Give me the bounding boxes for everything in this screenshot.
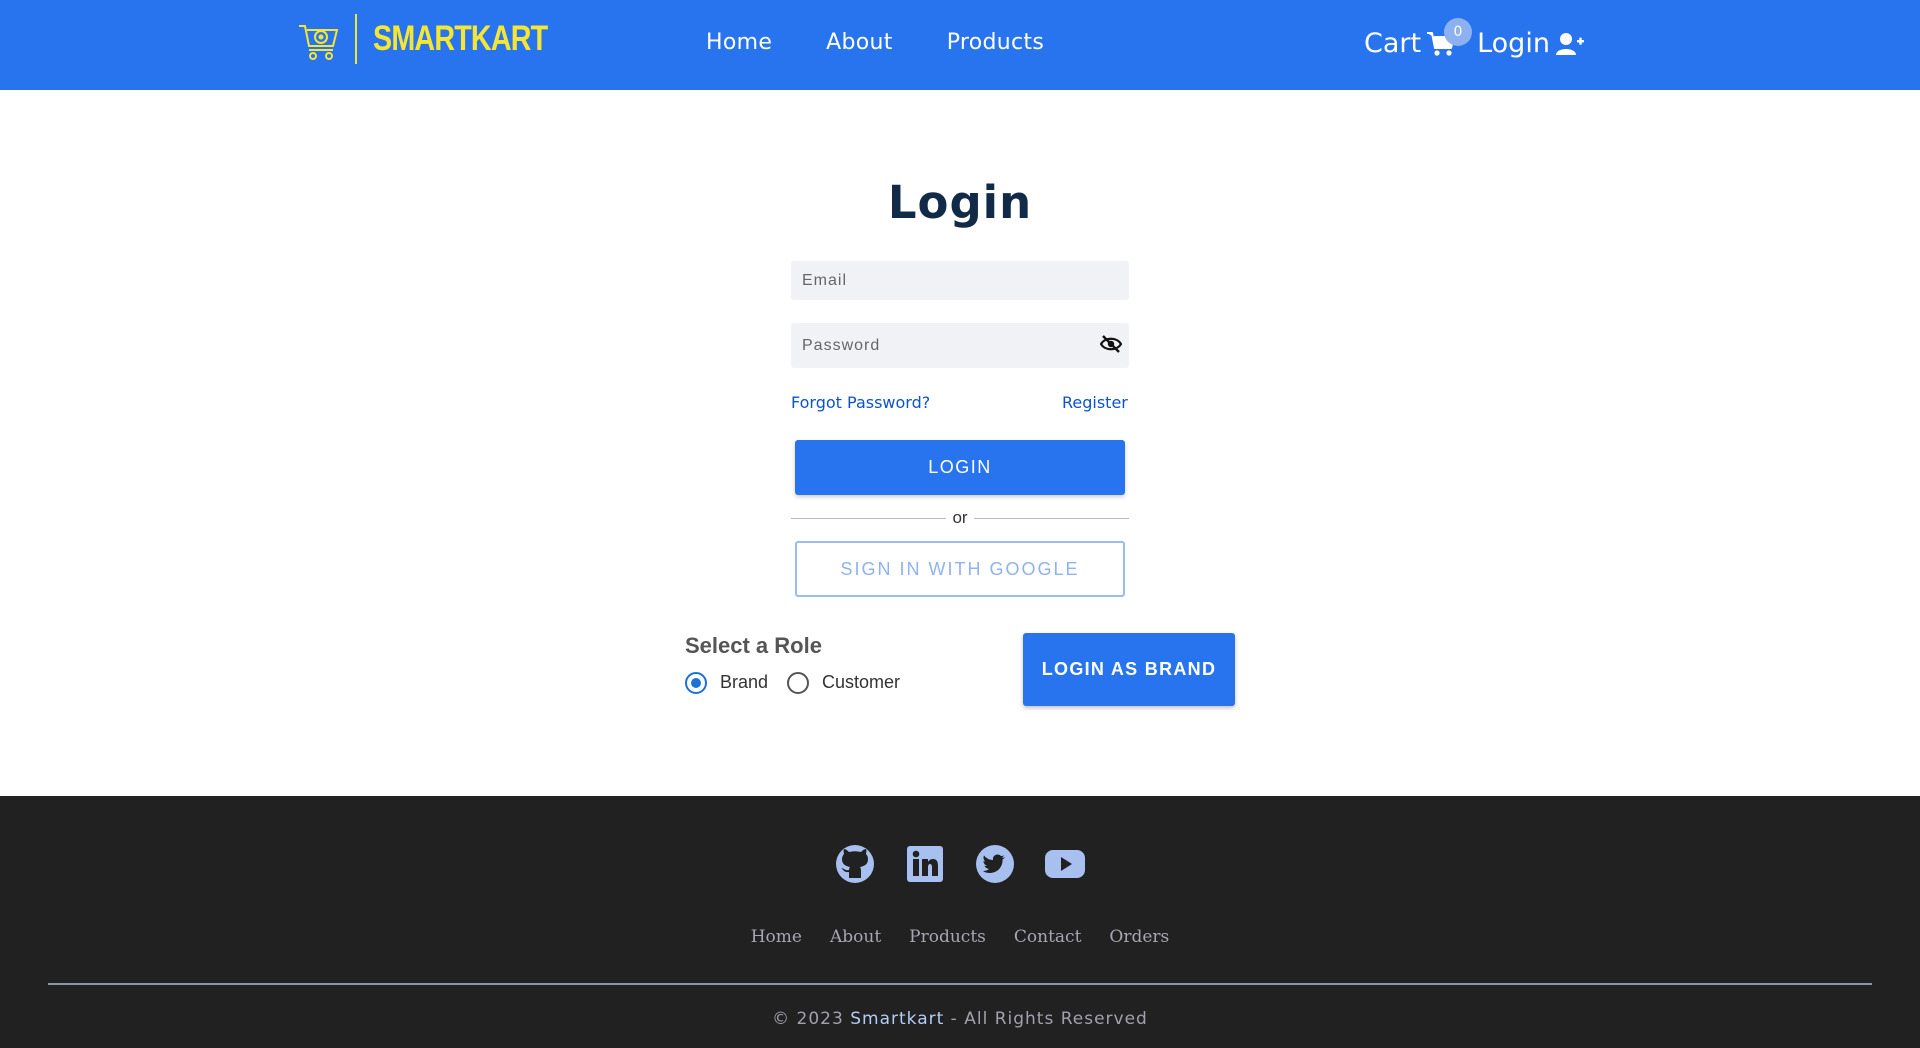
footer-link-products[interactable]: Products (909, 927, 986, 947)
login-as-brand-button[interactable]: LOGIN AS BRAND (1023, 633, 1235, 706)
nav-actions: Cart 0 Login (1364, 18, 1584, 59)
copyright: © 2023 Smartkart - All Rights Reserved (0, 1009, 1920, 1029)
footer-link-contact[interactable]: Contact (1014, 927, 1082, 947)
footer-divider (48, 983, 1872, 985)
footer: Home About Products Contact Orders © 202… (0, 796, 1920, 1048)
role-radio-brand[interactable] (685, 672, 707, 694)
email-field[interactable] (791, 261, 1129, 300)
page-title: Login (887, 176, 1033, 229)
nav-link-about[interactable]: About (826, 30, 893, 55)
logo-text: SMARTKART (373, 19, 548, 58)
footer-link-orders[interactable]: Orders (1109, 927, 1169, 947)
copyright-prefix: © 2023 (772, 1009, 844, 1029)
github-icon[interactable] (835, 844, 875, 884)
linkedin-icon[interactable] (905, 844, 945, 884)
cart-count-badge: 0 (1444, 18, 1472, 46)
nav-link-home[interactable]: Home (706, 30, 772, 55)
role-radio-customer[interactable] (787, 672, 809, 694)
role-title: Select a Role (685, 633, 822, 658)
register-link[interactable]: Register (1062, 393, 1128, 412)
copyright-brand: Smartkart (850, 1009, 945, 1029)
password-field[interactable] (791, 323, 1129, 368)
forgot-password-link[interactable]: Forgot Password? (791, 393, 930, 412)
role-label-customer[interactable]: Customer (822, 672, 900, 693)
user-plus-icon (1555, 32, 1584, 55)
logo-divider (355, 14, 357, 64)
logo-cart-icon (299, 25, 339, 60)
login-link[interactable]: Login (1477, 28, 1584, 59)
login-label: Login (1477, 28, 1550, 59)
social-links (0, 844, 1920, 884)
or-divider-text: or (946, 508, 974, 528)
nav-link-products[interactable]: Products (947, 30, 1044, 55)
login-button[interactable]: LOGIN (795, 440, 1125, 495)
cart-link[interactable]: Cart 0 (1364, 18, 1472, 59)
youtube-icon[interactable] (1045, 844, 1085, 884)
cart-label: Cart (1364, 28, 1422, 59)
main-nav: Home About Products (706, 30, 1098, 55)
footer-nav: Home About Products Contact Orders (0, 927, 1920, 947)
role-label-brand[interactable]: Brand (720, 672, 768, 693)
copyright-suffix: - All Rights Reserved (950, 1009, 1148, 1029)
navbar: SMARTKART Home About Products Cart 0 Log… (0, 0, 1920, 90)
footer-link-home[interactable]: Home (751, 927, 802, 947)
footer-link-about[interactable]: About (830, 927, 881, 947)
google-signin-button[interactable]: SIGN IN WITH GOOGLE (795, 541, 1125, 597)
logo[interactable]: SMARTKART (297, 14, 586, 64)
eye-slash-icon[interactable] (1100, 334, 1122, 354)
twitter-icon[interactable] (975, 844, 1015, 884)
